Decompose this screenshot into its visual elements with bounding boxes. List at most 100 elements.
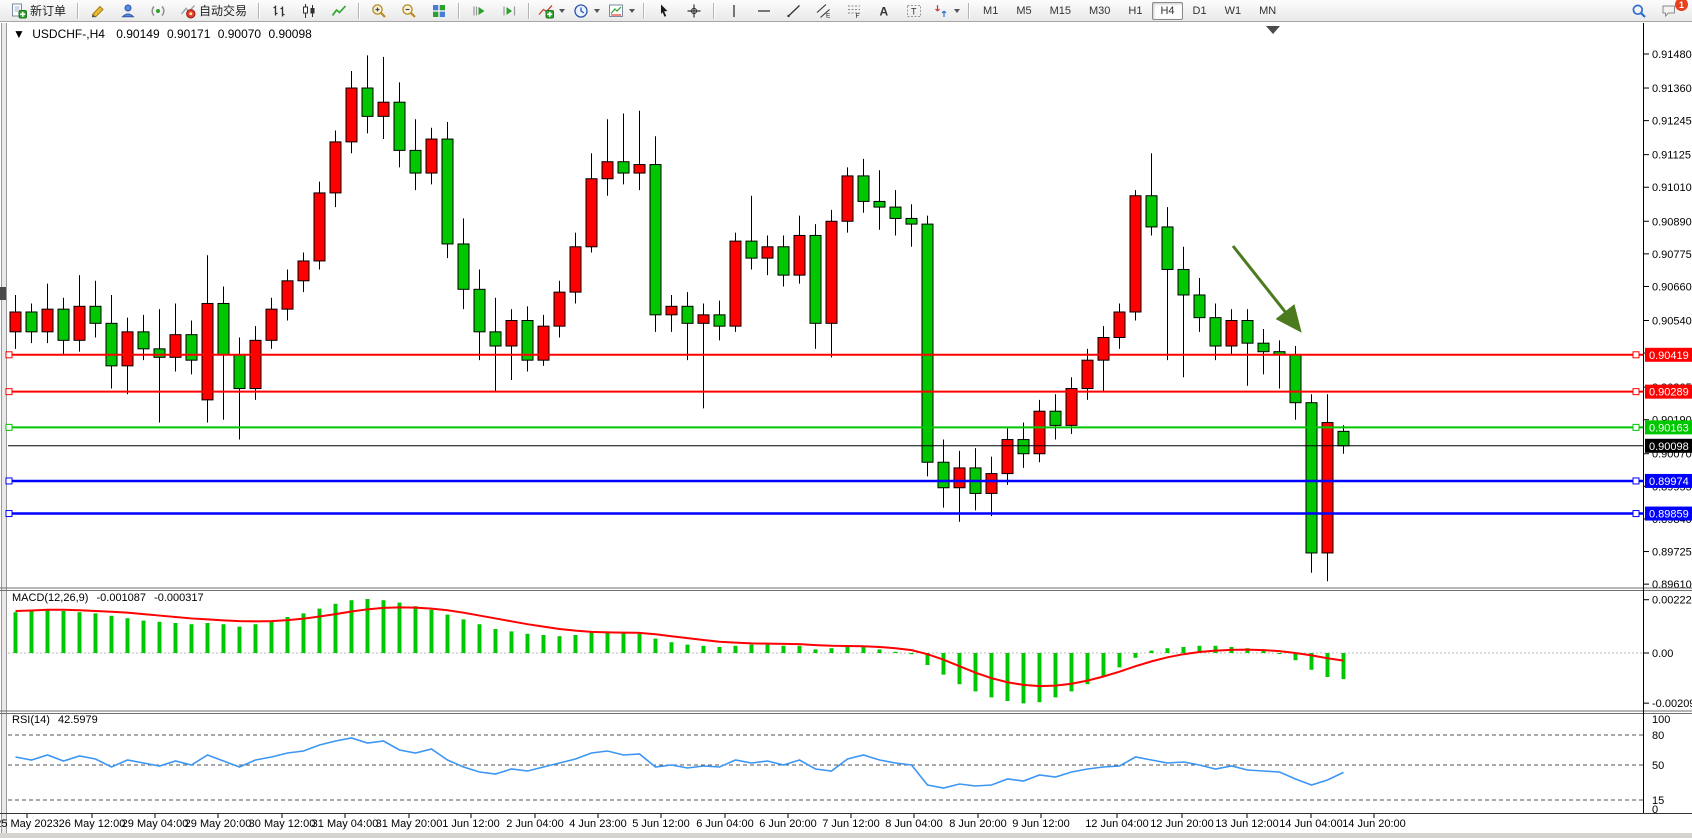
candle-body: [154, 349, 165, 358]
candle-body: [810, 235, 821, 323]
line-chart-button[interactable]: [325, 1, 353, 21]
candle-body: [1162, 227, 1173, 270]
chat-button[interactable]: 1: [1655, 1, 1683, 21]
periods-icon: [573, 3, 589, 19]
candle-body: [554, 292, 565, 326]
line-chart-icon: [331, 3, 347, 19]
macd-histogram-bar: [494, 629, 498, 653]
price-line-label-text: 0.89974: [1649, 476, 1689, 488]
signals-button[interactable]: [144, 1, 172, 21]
ohlc-open: 0.90149: [116, 27, 159, 41]
bar-chart-button[interactable]: [265, 1, 293, 21]
line-handle[interactable]: [6, 352, 12, 358]
timeframe-button-H1[interactable]: H1: [1120, 2, 1150, 20]
candle-body: [1002, 440, 1013, 474]
autotrade-icon: [180, 3, 196, 19]
toolbar-separator: [968, 3, 970, 19]
time-axis-label: 5 Jun 12:00: [632, 818, 690, 830]
tile-windows-button[interactable]: [425, 1, 453, 21]
cursor-button[interactable]: [650, 1, 678, 21]
dropdown-arrow-icon[interactable]: [954, 9, 960, 13]
candlestick-chart-button[interactable]: [295, 1, 323, 21]
timeframe-button-M5[interactable]: M5: [1008, 2, 1039, 20]
price-line-label-text: 0.90163: [1649, 422, 1689, 434]
candle-body: [490, 332, 501, 346]
line-handle[interactable]: [1633, 511, 1639, 517]
time-axis-label: 8 Jun 20:00: [949, 818, 1007, 830]
text-label-button[interactable]: T: [900, 1, 928, 21]
candle-body: [458, 244, 469, 289]
candle-body: [1258, 343, 1269, 352]
zoom-out-button[interactable]: [395, 1, 423, 21]
macd-histogram-bar: [78, 612, 82, 653]
timeframe-button-M30[interactable]: M30: [1081, 2, 1118, 20]
periods-button[interactable]: [570, 1, 603, 21]
dropdown-arrow-icon[interactable]: [594, 9, 600, 13]
candle-body: [762, 247, 773, 258]
horizontal-line-button[interactable]: [750, 1, 778, 21]
line-handle[interactable]: [1633, 478, 1639, 484]
auto-scroll-icon: [471, 3, 487, 19]
candle-body: [250, 340, 261, 388]
equidistant-channel-button[interactable]: E: [810, 1, 838, 21]
timeframe-button-D1[interactable]: D1: [1185, 2, 1215, 20]
line-handle[interactable]: [6, 478, 12, 484]
svg-text:T: T: [911, 6, 917, 16]
time-axis-label: 12 Jun 04:00: [1085, 818, 1149, 830]
candle-body: [890, 207, 901, 218]
profile-icon: [120, 3, 136, 19]
new-order-button[interactable]: 新订单: [5, 1, 72, 21]
pencil-button[interactable]: [84, 1, 112, 21]
macd-histogram-bar: [446, 615, 450, 653]
candle-body: [474, 289, 485, 332]
macd-histogram-bar: [190, 624, 194, 653]
chart-canvas[interactable]: 25 May 202326 May 12:0029 May 04:0029 Ma…: [0, 0, 1692, 838]
candle-body: [234, 355, 245, 389]
candle-body: [410, 150, 421, 173]
macd-histogram-bar: [110, 616, 114, 653]
macd-histogram-bar: [750, 645, 754, 653]
macd-axis-label: -0.00209: [1652, 698, 1692, 710]
search-button[interactable]: [1625, 1, 1653, 21]
autotrading-button[interactable]: 自动交易: [174, 1, 253, 21]
line-handle[interactable]: [6, 389, 12, 395]
fibonacci-button[interactable]: F: [840, 1, 868, 21]
macd-histogram-bar: [1342, 653, 1346, 679]
timeframe-button-W1[interactable]: W1: [1217, 2, 1250, 20]
toolbar-separator: [713, 3, 715, 19]
timeframe-button-MN[interactable]: MN: [1251, 2, 1284, 20]
macd-histogram-bar: [254, 624, 258, 653]
text-label-icon: T: [906, 3, 922, 19]
candle: [650, 136, 661, 332]
vertical-line-button[interactable]: [720, 1, 748, 21]
auto-scroll-button[interactable]: [465, 1, 493, 21]
timeframe-button-M15[interactable]: M15: [1042, 2, 1079, 20]
text-button[interactable]: A: [870, 1, 898, 21]
line-handle[interactable]: [1633, 424, 1639, 430]
candle-body: [618, 162, 629, 173]
chart-collapse-icon[interactable]: ▼: [13, 27, 25, 41]
dropdown-arrow-icon[interactable]: [629, 9, 635, 13]
crosshair-button[interactable]: [680, 1, 708, 21]
chart-shift-button[interactable]: [495, 1, 523, 21]
macd-histogram-bar: [462, 619, 466, 653]
trendline-button[interactable]: [780, 1, 808, 21]
zoom-in-button[interactable]: [365, 1, 393, 21]
dropdown-arrow-icon[interactable]: [559, 9, 565, 13]
line-handle[interactable]: [6, 424, 12, 430]
arrows-button[interactable]: [930, 1, 963, 21]
profile-button[interactable]: [114, 1, 142, 21]
line-handle[interactable]: [1633, 389, 1639, 395]
line-handle[interactable]: [1633, 352, 1639, 358]
indicators-button[interactable]: [535, 1, 568, 21]
timeframe-button-H4[interactable]: H4: [1152, 2, 1182, 20]
templates-button[interactable]: [605, 1, 638, 21]
timeframe-button-M1[interactable]: M1: [975, 2, 1006, 20]
macd-histogram-bar: [510, 631, 514, 653]
macd-histogram-bar: [558, 636, 562, 653]
time-axis-label: 14 Jun 20:00: [1342, 818, 1406, 830]
line-handle[interactable]: [6, 511, 12, 517]
candle-body: [1146, 196, 1157, 227]
symbol-label: USDCHF-,H4: [32, 27, 105, 41]
macd-axis-label: 0.00222: [1652, 595, 1692, 607]
